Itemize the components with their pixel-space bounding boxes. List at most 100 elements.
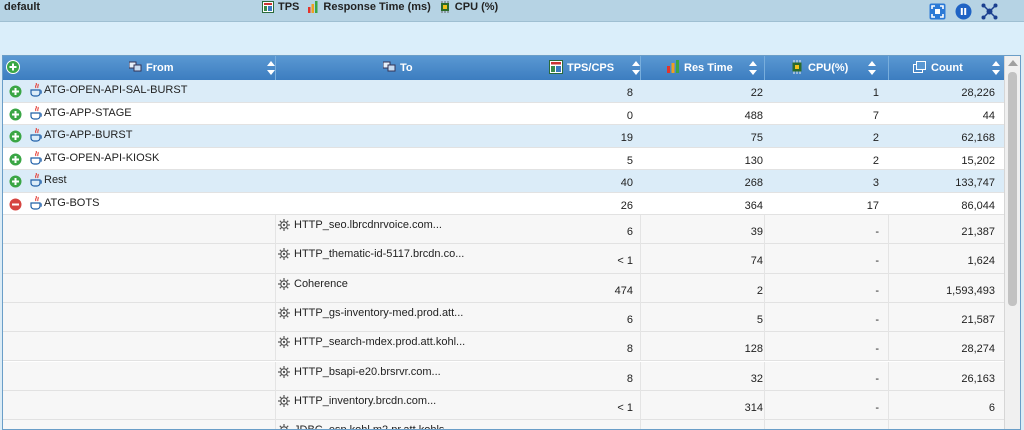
child-row[interactable]: HTTP_seo.lbrcdnrvoice.com... 6 39-21,387 [3, 215, 1006, 245]
collapse-icon[interactable] [9, 198, 22, 211]
row-from-label: ATG-APP-STAGE [44, 106, 132, 119]
view-title: default [4, 1, 41, 13]
sort-icon[interactable] [992, 61, 1000, 75]
row-tps-value: 6 [626, 313, 633, 326]
row-res-time-value: 314 [744, 401, 763, 414]
row-count-value: 1,593,493 [946, 284, 995, 297]
column-divider [640, 273, 641, 303]
table-row[interactable]: Rest 40 268 3 133,747 [3, 170, 1006, 193]
expand-all-icon[interactable] [6, 59, 20, 77]
sort-icon[interactable] [868, 61, 876, 75]
chart-legend: TPS Response Time (ms) CPU (%) [262, 0, 506, 13]
vertical-scrollbar[interactable] [1004, 56, 1020, 429]
child-row[interactable]: HTTP_inventory.brcdn.com... < 1 314-6 [3, 390, 1006, 421]
table-row[interactable]: ATG-APP-STAGE 0 488 7 44 [3, 102, 1006, 125]
column-divider [888, 215, 889, 245]
expand-icon[interactable] [9, 153, 22, 166]
row-cpu-value: 7 [872, 109, 879, 122]
expand-icon[interactable] [9, 85, 22, 98]
legend-tps[interactable]: TPS [262, 0, 299, 13]
response-time-icon [307, 0, 319, 13]
tps-column-icon [549, 59, 563, 77]
expand-icon[interactable] [9, 108, 22, 121]
col-tps-label: TPS/CPS [567, 62, 615, 74]
row-res-time-value: 364 [744, 199, 763, 212]
java-icon [30, 195, 43, 210]
column-divider [640, 215, 641, 245]
table-row[interactable]: ATG-OPEN-API-KIOSK 5 130 2 15,202 [3, 147, 1006, 170]
flow-table: From To TPS/CPS Res Time CPU(%) Count AT… [2, 55, 1021, 430]
top-bar: default TPS Response Time (ms) CPU (%) [0, 0, 1024, 22]
child-row[interactable]: HTTP_bsapi-e20.brsrvr.com... 8 32-26,163 [3, 361, 1006, 391]
col-from[interactable]: From [128, 56, 275, 80]
column-divider [275, 215, 276, 245]
row-res-time-value: 32 [750, 372, 763, 385]
row-tps-value: 5 [626, 154, 633, 167]
column-divider [888, 302, 889, 333]
column-divider [888, 244, 889, 274]
sort-icon[interactable] [632, 61, 640, 75]
legend-response-time[interactable]: Response Time (ms) [307, 0, 431, 13]
row-count-value: 15,202 [961, 154, 995, 167]
column-divider [275, 302, 276, 333]
child-row[interactable]: HTTP_thematic-id-5117.brcdn.co... < 1 74-1… [3, 244, 1006, 274]
row-tps-value: < 1 [617, 255, 633, 268]
pause-icon[interactable] [955, 3, 972, 20]
col-tps[interactable]: TPS/CPS [549, 56, 640, 80]
row-cpu-value: - [875, 255, 879, 268]
row-res-time-value: 128 [744, 343, 763, 356]
java-icon [30, 105, 43, 120]
fit-screen-icon[interactable] [929, 3, 946, 20]
gear-icon [277, 335, 291, 349]
col-count[interactable]: Count [913, 56, 1000, 80]
scroll-up-arrow[interactable] [1008, 60, 1018, 66]
col-count-label: Count [931, 62, 963, 74]
row-count-value: 21,587 [961, 313, 995, 326]
row-count-value: 26,163 [961, 372, 995, 385]
scroll-thumb[interactable] [1008, 72, 1017, 306]
row-from-label: ATG-OPEN-API-KIOSK [44, 151, 160, 164]
column-divider [764, 420, 765, 429]
table-row[interactable]: ATG-OPEN-API-SAL-BURST 8 22 1 28,226 [3, 80, 1006, 103]
expand-icon[interactable] [9, 175, 22, 188]
gear-icon [277, 394, 291, 408]
table-row[interactable]: ATG-APP-BURST 19 75 2 62,168 [3, 125, 1006, 148]
row-tps-value: 26 [620, 199, 633, 212]
row-tps-value: 8 [626, 87, 633, 99]
column-divider [764, 244, 765, 274]
res-time-column-icon [667, 60, 679, 76]
row-res-time-value: 74 [750, 255, 763, 268]
column-divider [888, 332, 889, 362]
tps-icon [262, 0, 274, 13]
child-row[interactable]: HTTP_search-mdex.prod.att.kohl... 8 128-28… [3, 332, 1006, 362]
row-to-label: JDBC_esp.kohl.m2.pr.att.kohls... [294, 424, 634, 429]
column-divider [640, 332, 641, 362]
table-row[interactable]: ATG-BOTS 26 364 17 86,044 [3, 192, 1006, 215]
child-row[interactable]: Coherence 474 2-1,593,493 [3, 273, 1006, 303]
row-count-value: 6 [988, 401, 995, 414]
sort-icon[interactable] [749, 61, 757, 75]
child-row[interactable]: HTTP_gs-inventory-med.prod.att... 6 5-21,5… [3, 302, 1006, 333]
row-tps-value: 6 [626, 226, 633, 238]
column-divider [275, 244, 276, 274]
to-column-icon [382, 61, 396, 76]
row-count-value: 28,226 [961, 87, 995, 99]
network-icon[interactable] [981, 3, 998, 20]
col-cpu-label: CPU(%) [808, 62, 849, 74]
child-row[interactable]: JDBC_esp.kohl.m2.pr.att.kohls... [3, 420, 1006, 429]
col-res-time-label: Res Time [684, 62, 733, 74]
expand-icon[interactable] [9, 130, 22, 143]
legend-response-time-label: Response Time (ms) [323, 0, 431, 13]
java-icon [30, 172, 43, 187]
sub-toolbar [0, 22, 1024, 54]
sort-icon[interactable] [267, 61, 275, 75]
col-cpu[interactable]: CPU(%) [790, 56, 876, 80]
column-divider [764, 273, 765, 303]
legend-cpu[interactable]: CPU (%) [439, 0, 499, 13]
legend-cpu-label: CPU (%) [454, 0, 499, 13]
count-column-icon [913, 60, 927, 76]
column-divider [275, 273, 276, 303]
gear-icon [277, 306, 291, 320]
row-res-time-value: 2 [756, 284, 763, 297]
column-divider [640, 420, 641, 429]
